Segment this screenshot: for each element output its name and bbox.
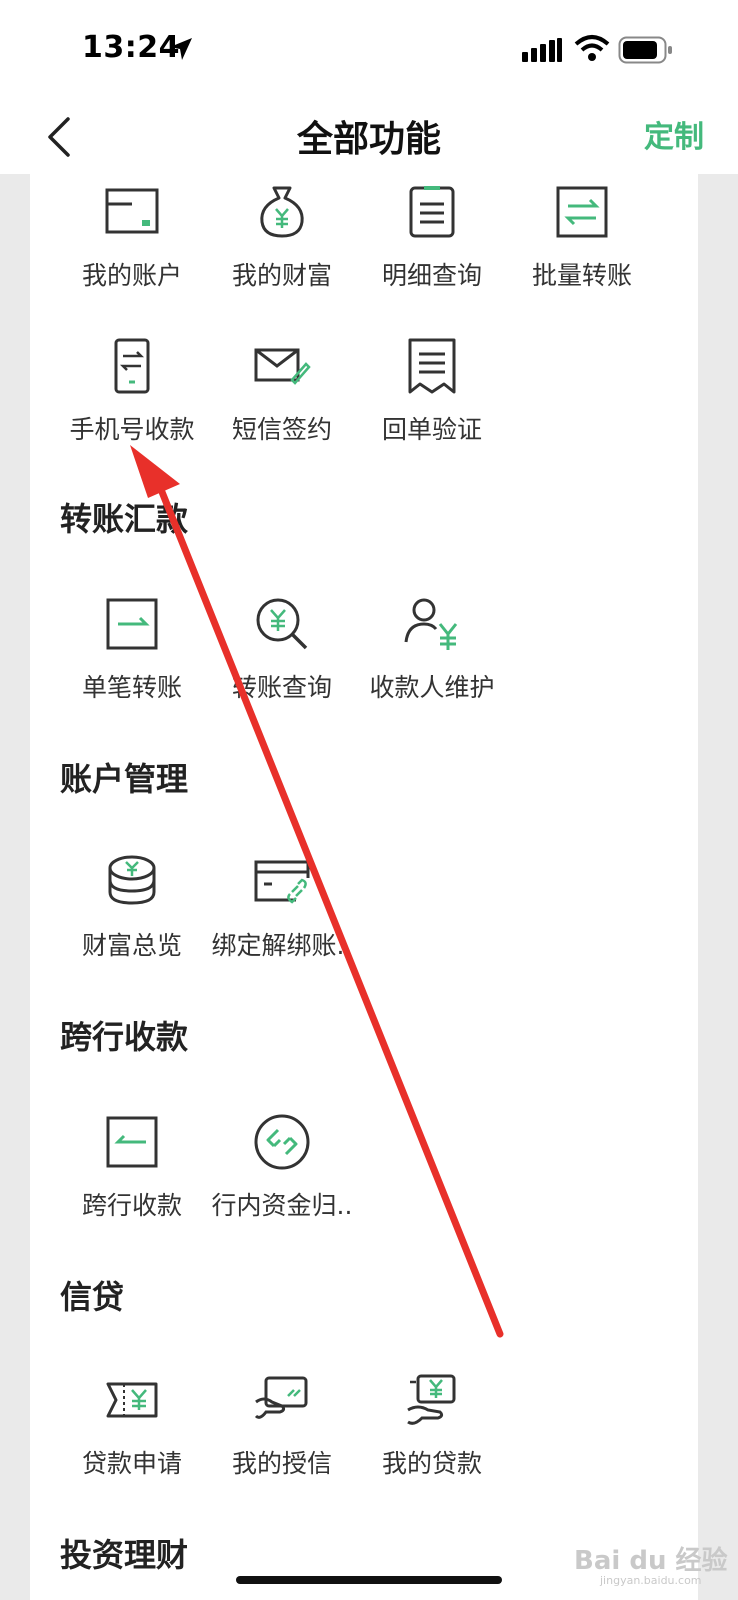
grid-item-transfer-query[interactable]: 转账查询	[206, 594, 358, 724]
location-arrow-icon	[170, 38, 192, 60]
grid-label: 明细查询	[381, 261, 482, 290]
fund-collect-icon	[254, 1114, 310, 1170]
transfer-query-icon	[256, 598, 308, 650]
grid-label: 我的账户	[81, 261, 182, 290]
receipt-icon	[408, 338, 456, 394]
grid-label: 短信签约	[231, 415, 332, 444]
cellular-signal-icon	[522, 38, 562, 62]
grid-label: 行内资金归..	[211, 1191, 353, 1220]
account-card-icon	[105, 188, 159, 234]
section-title-transfer: 转账汇款	[60, 500, 189, 538]
grid-item-loan-apply[interactable]: 贷款申请	[56, 1370, 208, 1500]
grid-label: 跨行收款	[81, 1191, 182, 1220]
my-loan-icon	[407, 1374, 456, 1425]
loan-apply-icon	[106, 1382, 158, 1418]
batch-transfer-icon	[556, 186, 608, 238]
bind-card-icon	[254, 860, 310, 904]
grid-label: 财富总览	[81, 931, 182, 960]
grid-item-interbank-receive[interactable]: 跨行收款	[56, 1112, 208, 1242]
grid-label: 回单验证	[381, 415, 482, 444]
navigation-bar: 全部功能 定制	[0, 100, 738, 174]
section-title-credit: 信贷	[60, 1278, 125, 1316]
status-time: 13:24	[82, 30, 180, 65]
wifi-icon	[574, 35, 610, 61]
phone-transfer-icon	[114, 338, 150, 394]
grid-item-single-transfer[interactable]: 单笔转账	[56, 594, 208, 724]
grid-label: 贷款申请	[81, 1449, 182, 1478]
grid-item-wealth-overview[interactable]: 财富总览	[56, 852, 208, 982]
clipboard-list-icon	[409, 186, 455, 238]
grid-item-sms-contract[interactable]: 短信签约	[206, 336, 358, 466]
section-title-interbank: 跨行收款	[60, 1018, 189, 1056]
grid-item-bind-unbind[interactable]: 绑定解绑账..	[206, 852, 358, 982]
grid-item-payee-maintain[interactable]: 收款人维护	[356, 594, 508, 724]
interbank-receive-icon	[106, 1116, 158, 1168]
payee-icon	[404, 598, 458, 650]
battery-icon	[618, 36, 672, 64]
status-bar: 13:24	[0, 0, 738, 100]
grid-label: 收款人维护	[369, 673, 495, 702]
grid-item-receipt-verify[interactable]: 回单验证	[356, 336, 508, 466]
sms-envelope-icon	[254, 348, 311, 385]
baidu-watermark: Bai du 经验	[574, 1546, 728, 1576]
grid-item-batch-transfer[interactable]: 批量转账	[506, 182, 658, 312]
grid-label: 我的贷款	[381, 1449, 482, 1478]
function-list: 我的账户 我的财富 明细查询 批量转账 手机号收款 短信签约 回单验证 转账汇款…	[30, 174, 698, 1600]
money-bag-icon	[260, 186, 304, 238]
grid-item-my-credit[interactable]: 我的授信	[206, 1370, 358, 1500]
grid-label: 绑定解绑账..	[211, 931, 353, 960]
grid-label: 手机号收款	[69, 415, 195, 444]
section-title-account-management: 账户管理	[60, 760, 189, 798]
grid-item-my-wealth[interactable]: 我的财富	[206, 182, 358, 312]
baidu-watermark-url: jingyan.baidu.com	[600, 1574, 702, 1587]
grid-item-phone-receive[interactable]: 手机号收款	[56, 336, 208, 466]
credit-card-hand-icon	[254, 1376, 308, 1419]
grid-item-fund-collection[interactable]: 行内资金归..	[206, 1112, 358, 1242]
grid-item-detail-query[interactable]: 明细查询	[356, 182, 508, 312]
grid-label: 转账查询	[231, 673, 332, 702]
page-title: 全部功能	[296, 119, 441, 160]
grid-item-my-account[interactable]: 我的账户	[56, 182, 208, 312]
grid-item-my-loan[interactable]: 我的贷款	[356, 1370, 508, 1500]
coins-stack-icon	[108, 855, 156, 905]
section-title-investment: 投资理财	[60, 1536, 189, 1574]
single-transfer-icon	[106, 598, 158, 650]
grid-label: 我的授信	[231, 1449, 332, 1478]
customize-button[interactable]: 定制	[644, 112, 704, 156]
grid-label: 批量转账	[531, 261, 632, 290]
grid-label: 单笔转账	[81, 673, 182, 702]
grid-label: 我的财富	[231, 261, 332, 290]
home-indicator[interactable]	[236, 1576, 502, 1584]
